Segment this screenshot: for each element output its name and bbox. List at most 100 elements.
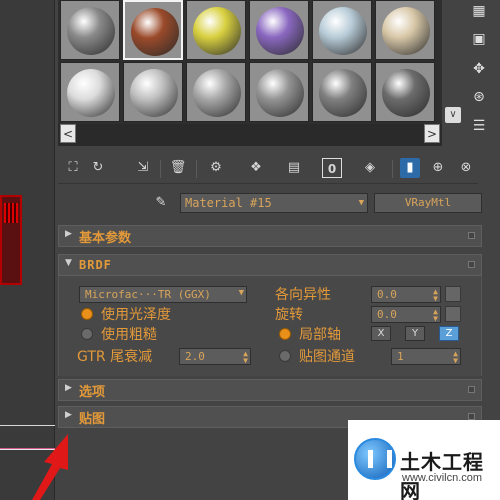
use-glossiness-radio[interactable] (81, 308, 93, 320)
rollout-pin-icon[interactable] (468, 413, 475, 420)
axis-x-button[interactable]: X (371, 326, 391, 341)
rollout-options[interactable]: ▶ 选项 (58, 379, 482, 401)
material-slot[interactable] (375, 0, 435, 60)
eyedropper-icon[interactable]: ✎ (152, 194, 170, 212)
material-slot[interactable] (123, 62, 183, 122)
material-name-text: Material #15 (185, 196, 272, 210)
material-sphere-preview (382, 7, 430, 55)
rollout-pin-icon[interactable] (468, 261, 475, 268)
rollout-title: 贴图 (79, 412, 106, 427)
material-sphere-preview (319, 69, 367, 117)
slot-scroll-left-button[interactable]: < (60, 124, 76, 143)
sample-type-icon[interactable]: ▦ (470, 2, 488, 20)
assign-to-selection-icon[interactable]: ⇲ (133, 158, 153, 178)
watermark-logo-icon (354, 438, 396, 480)
material-sphere-preview (193, 7, 241, 55)
chevron-down-icon: ▼ (238, 288, 244, 298)
local-axis-label: 局部轴 (299, 327, 341, 343)
options-icon[interactable]: ☰ (470, 117, 488, 135)
material-sphere-preview (319, 7, 367, 55)
material-slot[interactable] (249, 62, 309, 122)
material-name-field[interactable]: Material #15 ▼ (180, 193, 368, 213)
expand-arrow-icon: ▼ (65, 258, 72, 268)
material-sphere-preview (256, 7, 304, 55)
pick-material-icon[interactable]: ⛶ (63, 158, 83, 178)
collapse-arrow-icon: ▶ (65, 383, 72, 393)
brdf-panel: Microfac···TR (GGX) ▼ 使用光泽度 使用粗糙 GTR 尾衰减… (58, 276, 482, 376)
map-channel-radio[interactable] (279, 350, 291, 362)
background-icon[interactable]: ✥ (470, 60, 488, 78)
anisotropy-value: 0.0 (377, 288, 397, 301)
slot-scroll-right-button[interactable]: > (424, 124, 440, 143)
axis-y-button[interactable]: Y (405, 326, 425, 341)
material-slot[interactable] (123, 0, 183, 60)
map-channel-spinner[interactable]: 1 ▲ ▼ (391, 348, 461, 365)
brdf-type-dropdown[interactable]: Microfac···TR (GGX) ▼ (79, 286, 247, 303)
put-to-scene-icon[interactable]: ↻ (88, 158, 108, 178)
chevron-down-icon[interactable]: ∨ (445, 107, 461, 123)
material-sphere-preview (67, 69, 115, 117)
material-slot[interactable] (312, 62, 372, 122)
toolbar-separator (196, 160, 197, 178)
spinner-arrows-icon[interactable]: ▲ ▼ (243, 350, 248, 365)
rollout-pin-icon[interactable] (468, 386, 475, 393)
material-editor: < > ▦ ▣ ✥ ⊛ ☰ ∨ ⛶ ↻ ⇲ 🗑 ⚙ ❖ ▤ 0 ◈ ▮ ⊕ ⊗ … (0, 0, 500, 500)
rollout-brdf[interactable]: ▼ BRDF (58, 254, 482, 276)
gtr-tail-falloff-label: GTR 尾衰减 (77, 349, 153, 365)
viewport[interactable] (0, 0, 55, 500)
rotation-label: 旋转 (275, 307, 303, 323)
slot-scrollbar[interactable] (58, 124, 442, 146)
toolbar-separator (160, 160, 161, 178)
anisotropy-label: 各向异性 (275, 287, 331, 303)
rotation-spinner[interactable]: 0.0 ▲ ▼ (371, 306, 441, 323)
sample-uv-icon[interactable]: ⊛ (470, 88, 488, 106)
viewport-line (0, 425, 55, 426)
annotation-arrow (32, 434, 68, 500)
material-sphere-preview (67, 7, 115, 55)
rotation-map-button[interactable] (445, 306, 461, 322)
gtr-tail-falloff-value: 2.0 (185, 350, 205, 363)
gtr-tail-falloff-spinner[interactable]: 2.0 ▲ ▼ (179, 348, 251, 365)
material-slot[interactable] (60, 62, 120, 122)
material-sphere-preview (256, 69, 304, 117)
material-sphere-preview (382, 69, 430, 117)
toolbar-separator (392, 160, 393, 178)
chevron-down-icon[interactable]: ▼ (359, 194, 364, 212)
material-slot[interactable] (186, 62, 246, 122)
make-unique-icon[interactable]: ⚙ (206, 158, 226, 178)
delete-icon[interactable]: 🗑 (168, 158, 188, 178)
material-slot[interactable] (186, 0, 246, 60)
rollout-title: BRDF (79, 258, 112, 272)
spinner-arrows-icon[interactable]: ▲ ▼ (453, 350, 458, 365)
show-map-icon[interactable]: ◈ (360, 158, 380, 178)
spinner-arrows-icon[interactable]: ▲ ▼ (433, 308, 438, 323)
put-to-library-icon[interactable]: ❖ (246, 158, 266, 178)
rotation-value: 0.0 (377, 308, 397, 321)
axis-z-button[interactable]: Z (439, 326, 459, 341)
rollout-pin-icon[interactable] (468, 232, 475, 239)
material-slot[interactable] (312, 0, 372, 60)
go-to-parent-icon[interactable]: ⊕ (428, 158, 448, 178)
material-slot[interactable] (60, 0, 120, 60)
anisotropy-spinner[interactable]: 0.0 ▲ ▼ (371, 286, 441, 303)
scene-object-detail (4, 203, 18, 223)
material-sphere-preview (131, 8, 179, 56)
material-slot[interactable] (249, 0, 309, 60)
material-slot[interactable] (375, 62, 435, 122)
watermark-url: www.civilcn.com (402, 472, 483, 484)
rollout-title: 选项 (79, 385, 106, 400)
collapse-arrow-icon: ▶ (65, 410, 72, 420)
save-icon[interactable]: ▤ (284, 158, 304, 178)
backlight-icon[interactable]: ▣ (470, 30, 488, 48)
anisotropy-map-button[interactable] (445, 286, 461, 302)
material-id-button[interactable]: 0 (322, 158, 342, 178)
spinner-arrows-icon[interactable]: ▲ ▼ (433, 288, 438, 303)
use-roughness-radio[interactable] (81, 328, 93, 340)
use-roughness-label: 使用粗糙 (101, 327, 157, 343)
show-end-result-icon[interactable]: ▮ (400, 158, 420, 178)
go-forward-icon[interactable]: ⊗ (456, 158, 476, 178)
local-axis-radio[interactable] (279, 328, 291, 340)
material-type-button[interactable]: VRayMtl (374, 193, 482, 213)
rollout-basic-params[interactable]: ▶ 基本参数 (58, 225, 482, 247)
rollout-title: 基本参数 (79, 231, 132, 246)
